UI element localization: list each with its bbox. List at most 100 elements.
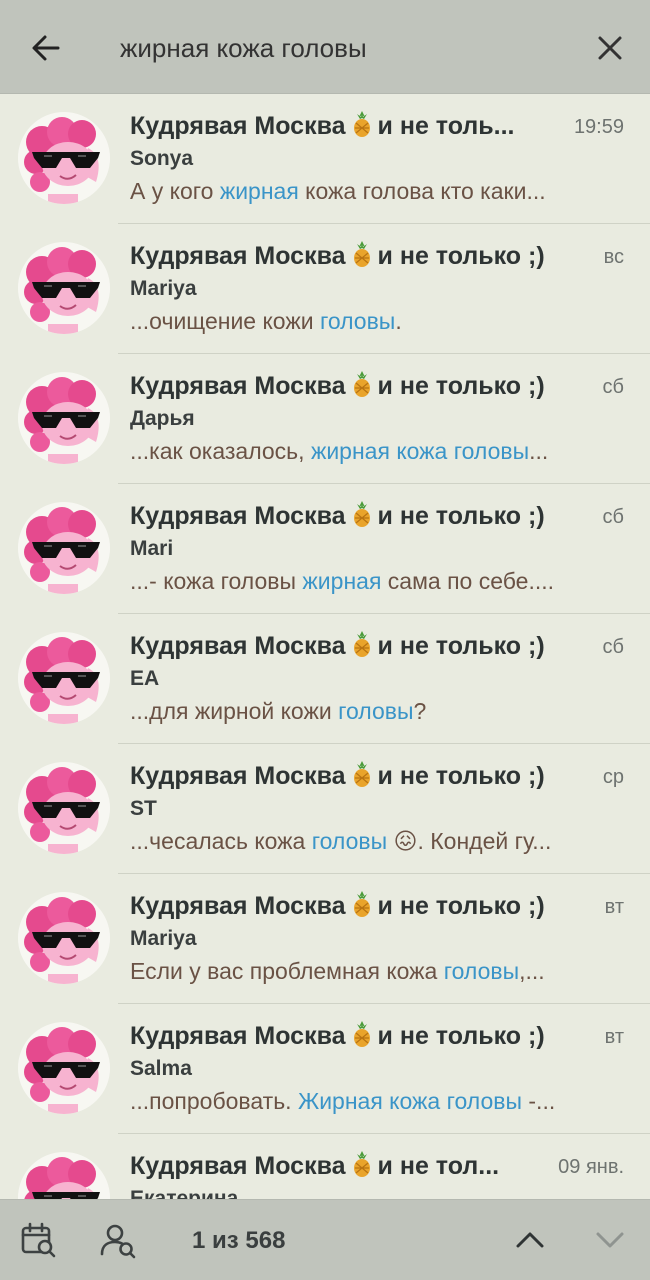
sender-name: Mariya: [130, 927, 197, 950]
message-snippet: ...очищение кожи головы.: [130, 308, 600, 342]
chat-title: Кудрявая Москва и не только ;): [130, 760, 550, 794]
pineapple-emoji-icon: [353, 1151, 370, 1177]
message-snippet: ...для жирной кожи головы?: [130, 698, 600, 732]
search-match-highlight: жирная: [219, 178, 299, 204]
search-result-item[interactable]: Кудрявая Москва и не только ;) сб Mari ...-…: [0, 484, 650, 614]
chat-title-text: Кудрявая Москва: [130, 1152, 346, 1180]
search-result-item[interactable]: Кудрявая Москва и не тол... 09 янв. Екатер…: [0, 1134, 650, 1199]
search-result-item[interactable]: Кудрявая Москва и не только ;) сб EA ...для…: [0, 614, 650, 744]
search-match-highlight: жирная: [302, 568, 382, 594]
snippet-text: А у кого: [130, 178, 220, 204]
snippet-text: ...очищение кожи: [130, 308, 320, 334]
search-result-item[interactable]: Кудрявая Москва и не толь... 19:59 Sonya А …: [0, 94, 650, 224]
chat-title-suffix: и не только ;): [377, 632, 545, 660]
sender-name: EA: [130, 667, 160, 690]
search-result-item[interactable]: Кудрявая Москва и не только ;) ср ST ...чес…: [0, 744, 650, 874]
chat-title: Кудрявая Москва и не только ;): [130, 1020, 550, 1054]
avatar: [18, 112, 110, 204]
pony-sunglasses-avatar-image: [18, 112, 110, 204]
chat-title-text: Кудрявая Москва: [130, 892, 346, 920]
search-header: [0, 0, 650, 94]
message-snippet: А у кого жирная кожа голова кто каки...: [130, 178, 600, 212]
calendar-search-icon: [21, 1222, 56, 1258]
avatar: [18, 892, 110, 984]
pineapple-emoji-icon: [353, 111, 370, 137]
avatar: [18, 502, 110, 594]
sender-name: Дарья: [130, 407, 195, 430]
snippet-text: ...попробовать.: [130, 1088, 298, 1114]
chevron-down-icon: [596, 1232, 624, 1248]
chat-title-text: Кудрявая Москва: [130, 632, 346, 660]
avatar: [18, 632, 110, 724]
avatar: [18, 762, 110, 854]
chat-title-suffix: и не только ;): [377, 762, 545, 790]
search-result-item[interactable]: Кудрявая Москва и не только ;) вт Salma...…: [0, 1004, 650, 1134]
snippet-text: ?: [413, 698, 427, 724]
search-result-item[interactable]: Кудрявая Москва и не только ;) сб Дарья...…: [0, 354, 650, 484]
chat-title-suffix: и не только ;): [377, 242, 545, 270]
search-match-highlight: жирная кожа головы: [310, 438, 530, 464]
chat-title: Кудрявая Москва и не только ;): [130, 240, 550, 274]
sender-name: Salma: [130, 1057, 192, 1080]
sender-name: Екатерина: [130, 1187, 239, 1199]
chat-title-text: Кудрявая Москва: [130, 112, 346, 140]
pineapple-emoji-icon: [353, 501, 370, 527]
search-result-item[interactable]: Кудрявая Москва и не только ;) вт Mariya Ес…: [0, 874, 650, 1004]
next-result-button[interactable]: [586, 1216, 634, 1264]
search-match-highlight: Жирная кожа головы: [297, 1088, 522, 1114]
pony-sunglasses-avatar-image: [18, 372, 110, 464]
pineapple-emoji-icon: [353, 761, 370, 787]
chat-title-text: Кудрявая Москва: [130, 372, 346, 400]
clear-search-button[interactable]: [586, 24, 634, 72]
search-match-highlight: головы: [311, 828, 388, 854]
message-snippet: ...чесалась кожа головы 😖. Кондей гу...: [130, 828, 600, 862]
pony-sunglasses-avatar-image: [18, 762, 110, 854]
chat-title-text: Кудрявая Москва: [130, 1022, 346, 1050]
back-button[interactable]: [22, 24, 70, 72]
message-date: 09 янв.: [558, 1156, 624, 1178]
pony-sunglasses-avatar-image: [18, 892, 110, 984]
search-results-list[interactable]: Кудрявая Москва и не толь... 19:59 Sonya А …: [0, 94, 650, 1199]
search-by-date-button[interactable]: [14, 1216, 62, 1264]
chat-title: Кудрявая Москва и не толь...: [130, 110, 550, 144]
search-by-user-button[interactable]: [94, 1216, 142, 1264]
snippet-text: .: [395, 308, 402, 334]
search-result-item[interactable]: Кудрявая Москва и не только ;) вс Mariya..…: [0, 224, 650, 354]
chat-title: Кудрявая Москва и не только ;): [130, 630, 550, 664]
pineapple-emoji-icon: [353, 371, 370, 397]
chat-title: Кудрявая Москва и не тол...: [130, 1150, 550, 1184]
chat-title-suffix: и не только ;): [377, 892, 545, 920]
pineapple-emoji-icon: [353, 891, 370, 917]
pineapple-emoji-icon: [353, 1021, 370, 1047]
chat-title-suffix: и не тол...: [377, 1152, 500, 1180]
pony-sunglasses-avatar-image: [18, 1152, 110, 1199]
pineapple-emoji-icon: [353, 631, 370, 657]
search-match-highlight: головы: [319, 308, 396, 334]
snippet-text: сама по себе....: [381, 568, 555, 594]
previous-result-button[interactable]: [506, 1216, 554, 1264]
sender-name: Sonya: [130, 147, 194, 170]
chat-title-text: Кудрявая Москва: [130, 502, 346, 530]
avatar: [18, 1152, 110, 1199]
chat-title: Кудрявая Москва и не только ;): [130, 890, 550, 924]
chat-title: Кудрявая Москва и не только ;): [130, 370, 550, 404]
avatar: [18, 372, 110, 464]
snippet-text: -...: [522, 1088, 556, 1114]
search-navigation-bar: 1 из 568: [0, 1199, 650, 1280]
message-date: сб: [602, 506, 624, 528]
avatar: [18, 1022, 110, 1114]
chat-title: Кудрявая Москва и не только ;): [130, 500, 550, 534]
chat-title-text: Кудрявая Москва: [130, 762, 346, 790]
chat-title-suffix: и не только ;): [377, 502, 545, 530]
message-snippet: ...- кожа головы жирная сама по себе....: [130, 568, 600, 602]
pony-sunglasses-avatar-image: [18, 502, 110, 594]
snippet-text: ...чесалась кожа: [130, 828, 312, 854]
chat-title-suffix: и не только ;): [377, 1022, 545, 1050]
search-match-highlight: головы: [443, 958, 520, 984]
pony-sunglasses-avatar-image: [18, 632, 110, 724]
pony-sunglasses-avatar-image: [18, 242, 110, 334]
snippet-text: ...как оказалось,: [130, 438, 311, 464]
snippet-text: Если у вас проблемная кожа: [130, 958, 444, 984]
search-input[interactable]: [120, 28, 560, 68]
snippet-text: ...- кожа головы: [130, 568, 303, 594]
